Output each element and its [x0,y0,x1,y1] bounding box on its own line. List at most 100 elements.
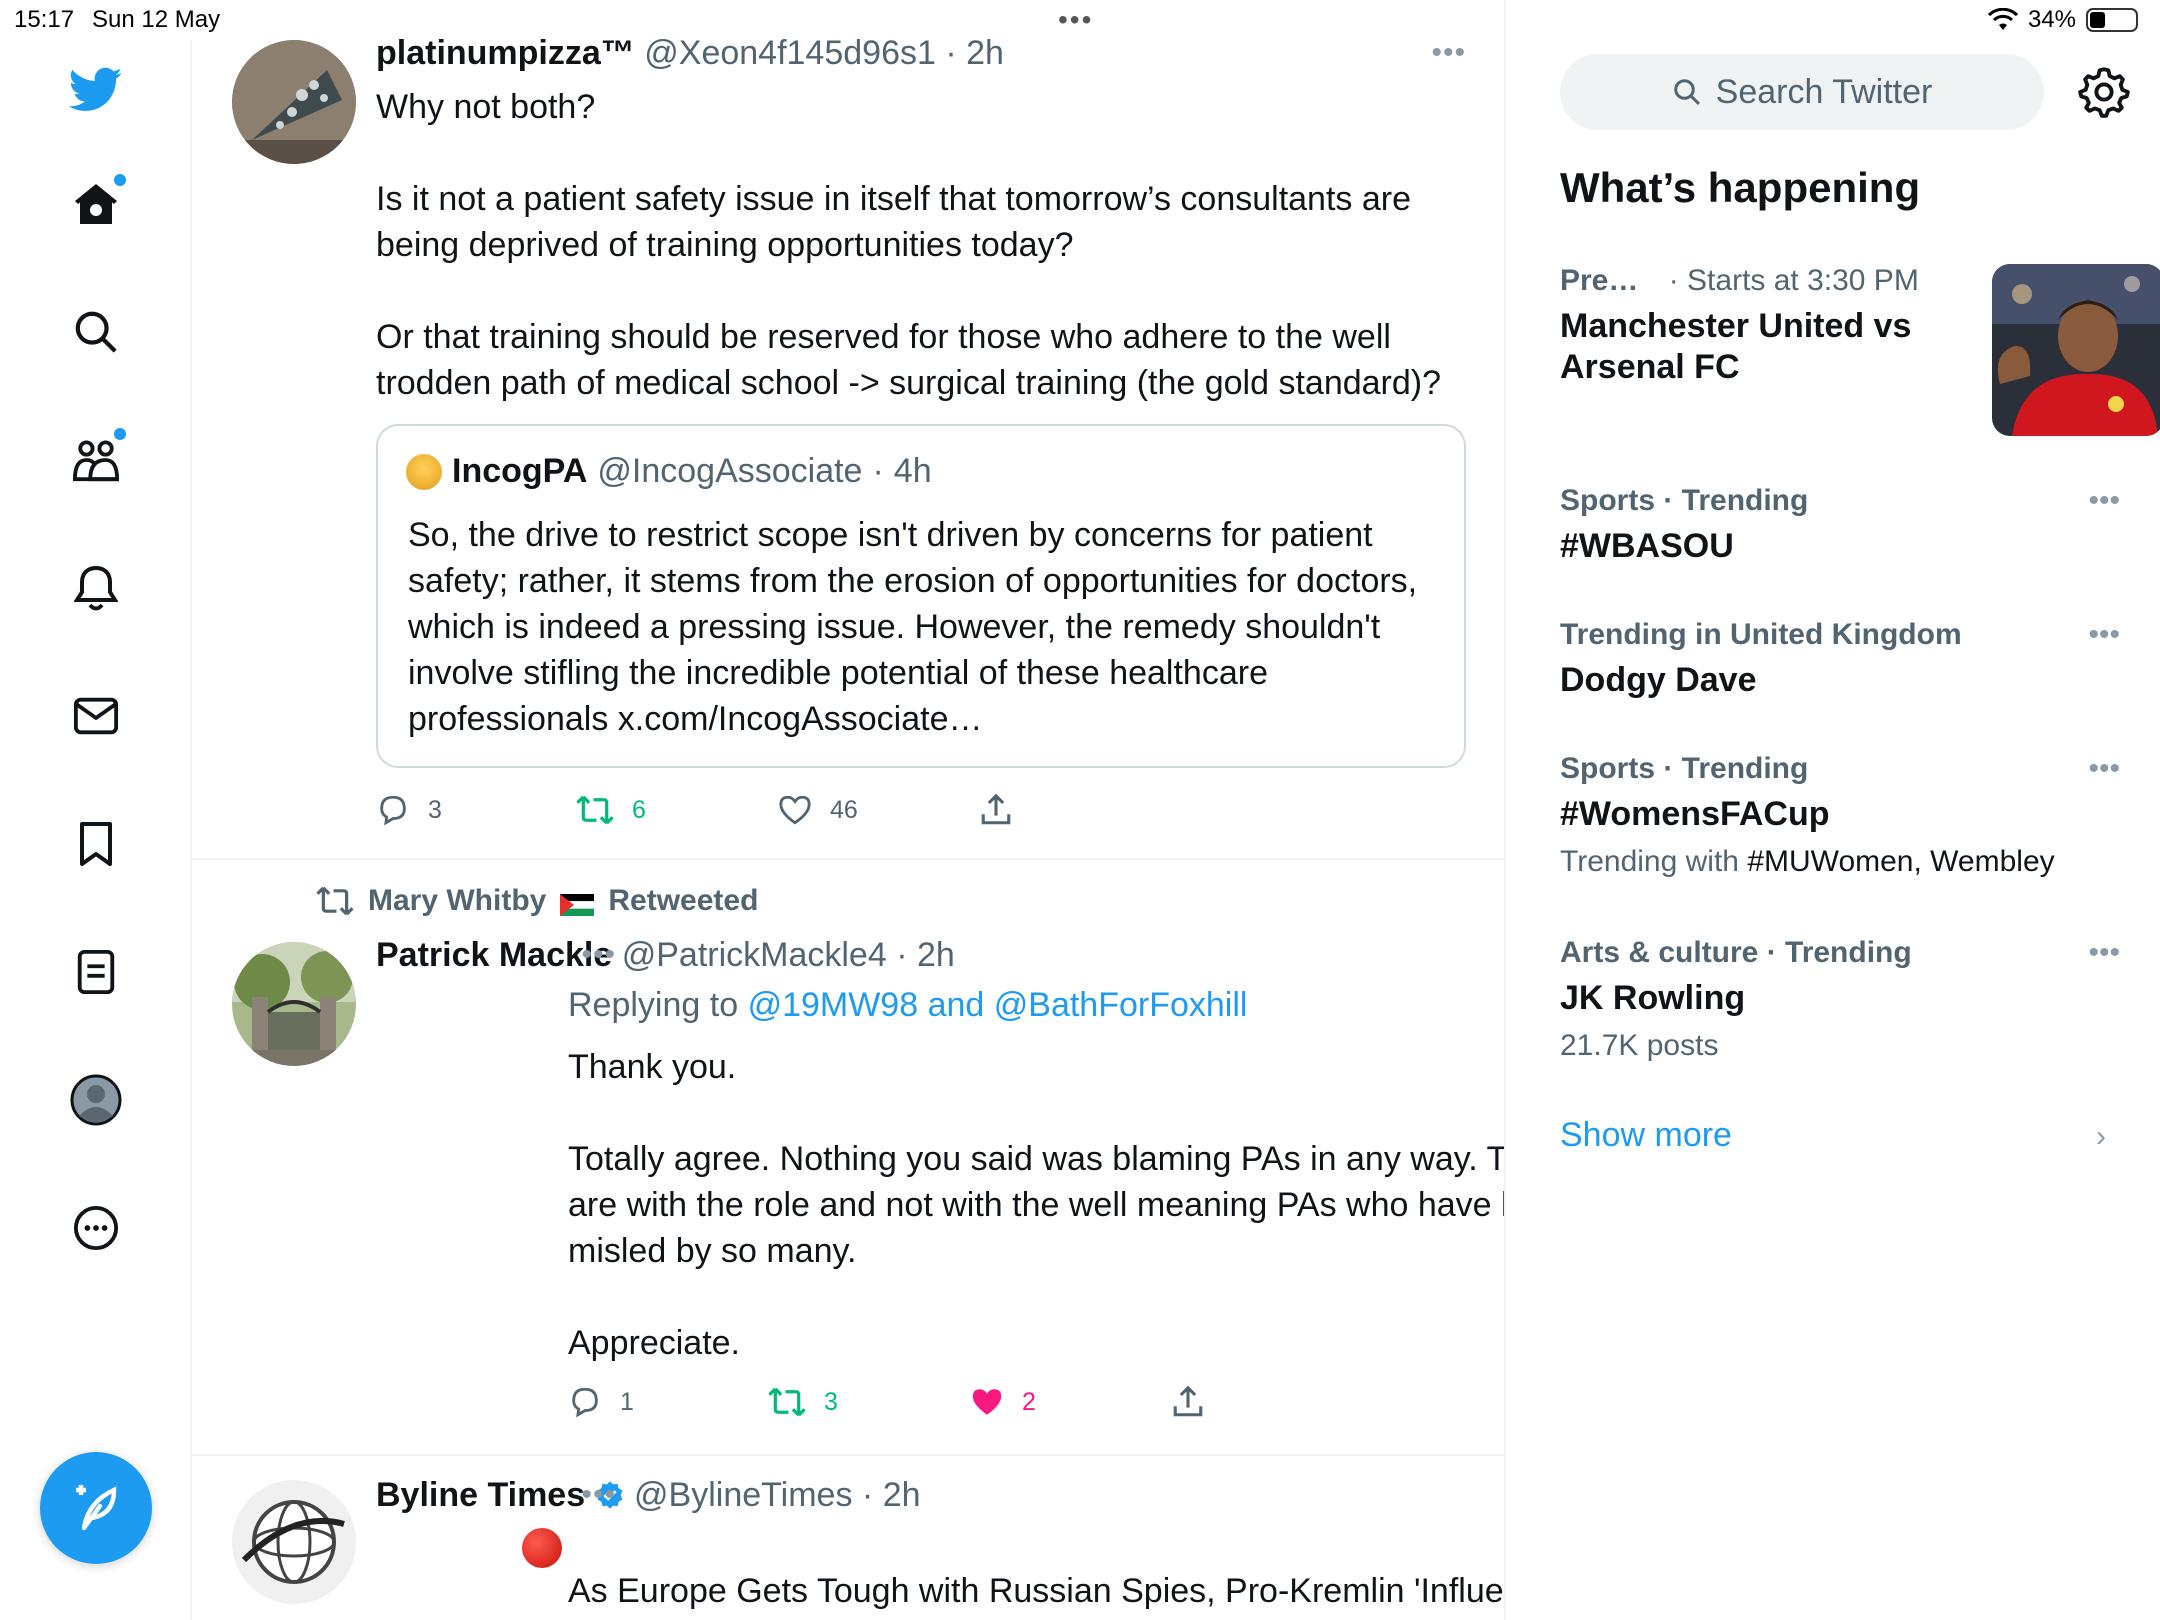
chevron-right-icon: › [2096,1120,2106,1153]
trend-category: Sports · Trending [1560,752,1809,785]
share-button[interactable] [1172,1380,1204,1424]
author-name[interactable]: platinumpizza™ [376,34,635,72]
tweet-actions: 3 6 46 [376,788,1012,832]
reply-button[interactable]: 3 [376,788,576,832]
like-button[interactable]: 2 [970,1380,1172,1424]
communities-icon [73,440,120,482]
retweet-button[interactable]: 3 [768,1380,970,1424]
search-input[interactable]: Search Twitter [1560,54,2044,130]
like-button[interactable]: 46 [778,788,980,832]
reply-icon [380,795,406,826]
compose-feather-icon [76,1485,117,1531]
replying-to-links[interactable]: @19MW98 and @BathForFoxhill [748,986,1248,1024]
nav-explore[interactable] [56,292,136,372]
trend-title: #WBASOU [1560,527,1734,565]
bookmark-icon [80,822,112,866]
trend-subtitle: Trending with #MUWomen, Wembley [1560,845,2055,878]
bell-icon [74,565,118,611]
retweeted-label: Retweeted [608,884,759,917]
author-handle[interactable]: @PatrickMackle4 [622,936,887,974]
mail-icon [73,697,119,735]
nav-notifications[interactable] [56,548,136,628]
share-button[interactable] [980,788,1012,832]
reply-count: 3 [428,795,442,824]
like-count: 46 [830,795,858,824]
author-handle[interactable]: @BylineTimes [634,1476,852,1514]
retweeter-name: Mary Whitby [368,884,547,917]
tweet-more-button[interactable]: ••• [1431,36,1466,70]
like-count: 2 [1022,1387,1036,1416]
tweet-more-button[interactable]: ••• [581,938,616,972]
retweet-icon [576,795,614,825]
nav-messages[interactable] [56,676,136,756]
trend-thumbnail [1992,264,2160,436]
tweet-time[interactable]: 2h [966,34,1004,72]
status-time: 15:17 [14,6,75,33]
quoted-tweet[interactable]: IncogPA @IncogAssociate · 4h So, the dri… [376,424,1466,768]
timeline-feed[interactable]: platinumpizza™ @Xeon4f145d96s1 · 2h ••• … [192,0,1506,1620]
trend-extra: · Starts at 3:30 PM [1668,264,1919,297]
tweet-time[interactable]: 2h [917,936,955,974]
quote-time: 4h [893,452,932,490]
trend-category: Pre… [1560,264,1639,297]
retweet-icon [768,1387,806,1417]
home-icon [75,184,117,224]
trend-category: Trending in United Kingdom [1560,618,1962,651]
trend-item[interactable]: Sports · Trending #WomensFACup Trending … [1560,752,2120,879]
trend-title: Manchester United vs Arsenal FC [1560,307,1912,386]
nav-profile[interactable] [56,1060,136,1140]
right-sidebar: Search Twitter What’s happening Pre… · S… [1508,0,2160,1620]
heart-filled-icon [972,1389,1002,1415]
nav-more[interactable] [56,1188,136,1268]
trend-more-button[interactable]: ••• [2088,936,2120,970]
tweet-more-button[interactable]: ••• [581,1478,616,1512]
author-name[interactable]: Byline Times [376,1476,585,1514]
profile-avatar-icon [70,1074,122,1126]
nav-bookmarks[interactable] [56,804,136,884]
trend-title: Dodgy Dave [1560,661,1757,699]
show-more-link[interactable]: Show more [1560,1116,1732,1155]
quote-author-handle: @IncogAssociate [597,452,863,490]
tweet-header: Byline Times @BylineTimes · 2h [376,1476,921,1514]
trend-item[interactable]: Sports · Trending #WBASOU ••• [1560,484,2120,567]
trend-more-button[interactable]: ••• [2088,618,2120,652]
author-name[interactable]: Patrick Mackle [376,936,612,974]
heart-icon [779,795,811,825]
trend-more-button[interactable]: ••• [2088,752,2120,786]
nav-communities[interactable] [56,420,136,500]
quote-avatar [406,453,442,490]
tweet-1[interactable]: platinumpizza™ @Xeon4f145d96s1 · 2h ••• … [192,0,1504,860]
avatar[interactable] [232,1480,356,1604]
reply-button[interactable]: 1 [568,1380,768,1424]
compose-tweet-button[interactable] [40,1452,152,1564]
red-circle-icon [522,1528,562,1568]
search-icon [1673,79,1700,105]
trend-item[interactable]: Pre… · Starts at 3:30 PM Manchester Unit… [1560,264,2160,444]
share-icon [1173,1385,1203,1417]
twitter-logo-icon[interactable] [56,50,136,130]
home-unread-dot [114,174,126,186]
trend-item[interactable]: Trending in United Kingdom Dodgy Dave ••… [1560,618,2120,701]
settings-gear-icon[interactable] [2078,66,2130,118]
quote-text: So, the drive to restrict scope isn't dr… [408,516,1418,738]
trend-more-button[interactable]: ••• [2088,484,2120,518]
whats-happening-title: What’s happening [1560,164,1921,211]
tweet-text: Thank you. Totally agree. Nothing you sa… [568,1048,1506,1362]
replying-to-label: Replying to [568,986,739,1024]
retweet-count: 6 [632,795,646,824]
trend-category: Sports · Trending [1560,484,1809,517]
tweet-text: As Europe Gets Tough with Russian Spies,… [522,1522,1504,1620]
nav-lists[interactable] [56,932,136,1012]
tweet-time[interactable]: 2h [883,1476,921,1514]
avatar[interactable] [232,40,356,164]
retweeted-by-label[interactable]: Mary Whitby Retweeted [316,884,758,918]
reply-count: 1 [620,1387,634,1416]
retweet-button[interactable]: 6 [576,788,778,832]
nav-home[interactable] [56,164,136,244]
tweet-text: Why not both? Is it not a patient safety… [376,88,1442,402]
trend-item[interactable]: Arts & culture · Trending JK Rowling 21.… [1560,936,2120,1063]
trend-category: Arts & culture · Trending [1560,936,1912,969]
reply-icon [572,1387,598,1418]
avatar[interactable] [232,942,356,1066]
author-handle[interactable]: @Xeon4f145d96s1 [644,34,936,72]
